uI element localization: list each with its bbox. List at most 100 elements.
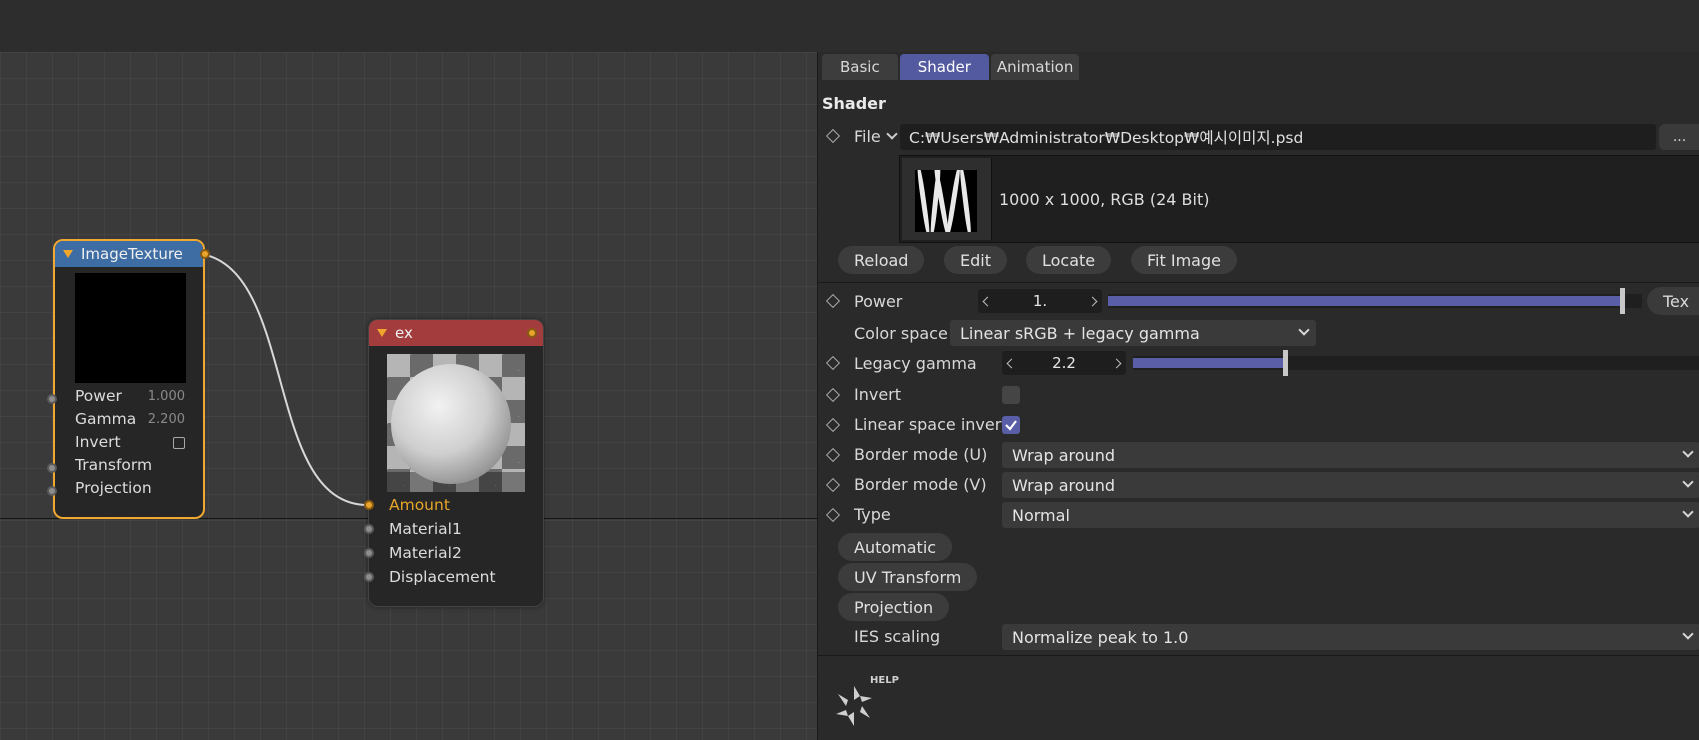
chevron-down-icon [1298, 324, 1310, 336]
chevron-down-icon [1682, 506, 1694, 518]
color-space-label: Color space [854, 324, 948, 343]
node-power-value[interactable]: 1.000 [148, 389, 185, 404]
uv-transform-button[interactable]: UV Transform [838, 563, 978, 591]
power-slider[interactable] [1108, 288, 1642, 314]
tab-bar: Basic Shader Animation [822, 54, 1080, 80]
keyframe-diamond-icon[interactable] [825, 417, 841, 433]
node-row-transform: Transform [75, 456, 153, 474]
ex-node-title: ex [395, 324, 413, 342]
chevron-right-icon[interactable] [1087, 296, 1098, 306]
locate-button[interactable]: Locate [1026, 246, 1112, 274]
power-stepper[interactable]: 1. [978, 289, 1102, 313]
tex-button[interactable]: Tex [1647, 287, 1699, 315]
chevron-right-icon[interactable] [1111, 358, 1122, 368]
node-row-material2: Material2 [389, 544, 462, 562]
keyframe-diamond-icon[interactable] [825, 355, 841, 371]
collapse-triangle-icon[interactable] [377, 329, 387, 337]
invert-checkbox[interactable] [1002, 386, 1020, 404]
reload-button[interactable]: Reload [838, 246, 925, 274]
chevron-left-icon[interactable] [1006, 358, 1017, 368]
chevron-down-icon [1682, 628, 1694, 640]
preview-sphere [391, 364, 511, 484]
border-mode-v-select[interactable]: Wrap around [1002, 472, 1699, 498]
fit-image-button[interactable]: Fit Image [1131, 246, 1237, 274]
help-button[interactable]: HELP [830, 672, 900, 732]
projection-input-port[interactable] [47, 486, 57, 496]
help-label: HELP [870, 675, 899, 686]
node-row-power: Power [75, 387, 122, 405]
border-mode-u-select[interactable]: Wrap around [1002, 442, 1699, 468]
attribute-panel: Basic Shader Animation Shader File C:₩Us… [817, 52, 1699, 740]
ex-output-port[interactable] [527, 328, 537, 338]
border-mode-u-label: Border mode (U) [854, 445, 988, 464]
legacy-gamma-slider[interactable] [1133, 350, 1699, 376]
linear-space-invert-checkbox[interactable] [1002, 416, 1020, 434]
node-invert-checkbox[interactable] [173, 437, 185, 449]
browse-button[interactable]: ... [1659, 124, 1699, 150]
section-title: Shader [822, 94, 886, 113]
power-label: Power [854, 292, 903, 311]
chevron-left-icon[interactable] [982, 296, 993, 306]
file-path-input[interactable]: C:₩Users₩Administrator₩Desktop₩예시이미지.psd [900, 124, 1656, 150]
node-row-amount: Amount [389, 496, 450, 514]
node-row-projection: Projection [75, 479, 152, 497]
linear-space-invert-label: Linear space invert [854, 415, 1008, 434]
node-gamma-value[interactable]: 2.200 [148, 412, 185, 427]
material2-input-port[interactable] [364, 548, 374, 558]
node-row-displacement: Displacement [389, 568, 496, 586]
automatic-button[interactable]: Automatic [838, 533, 953, 561]
type-label: Type [854, 505, 891, 524]
material1-input-port[interactable] [364, 524, 374, 534]
tab-shader[interactable]: Shader [899, 54, 989, 80]
invert-label: Invert [854, 385, 902, 404]
keyframe-diamond-icon[interactable] [825, 477, 841, 493]
amount-input-port[interactable] [364, 500, 374, 510]
image-texture-node-header[interactable]: ImageTexture [55, 241, 203, 267]
keyframe-diamond-icon[interactable] [825, 447, 841, 463]
image-preview-box: 1000 x 1000, RGB (24 Bit) [899, 155, 1699, 243]
keyframe-diamond-icon[interactable] [825, 293, 841, 309]
keyframe-diamond-icon[interactable] [825, 507, 841, 523]
border-mode-v-label: Border mode (V) [854, 475, 987, 494]
tab-animation[interactable]: Animation [990, 54, 1080, 80]
keyframe-diamond-icon[interactable] [825, 387, 841, 403]
image-texture-node[interactable]: ImageTexture Power 1.000 Gamma 2.200 Inv… [47, 239, 210, 519]
power-slider-handle[interactable] [1620, 288, 1625, 314]
legacy-gamma-slider-handle[interactable] [1283, 350, 1288, 376]
type-select[interactable]: Normal [1002, 502, 1699, 528]
ex-material-node[interactable]: ex Amount Material1 Material2 Displaceme… [364, 319, 544, 607]
ex-node-header[interactable]: ex [369, 320, 543, 346]
image-texture-preview [75, 273, 186, 383]
keyframe-diamond-icon[interactable] [825, 128, 841, 144]
tab-basic[interactable]: Basic [822, 54, 898, 80]
node-editor[interactable]: ImageTexture Power 1.000 Gamma 2.200 Inv… [0, 52, 817, 740]
material-preview [387, 354, 525, 492]
image-thumbnail[interactable] [902, 158, 992, 240]
color-space-select[interactable]: Linear sRGB + legacy gamma [950, 320, 1316, 346]
image-info: 1000 x 1000, RGB (24 Bit) [999, 190, 1210, 209]
wire-imagetexture-to-amount [189, 252, 369, 506]
chevron-down-icon[interactable] [886, 128, 898, 140]
edit-button[interactable]: Edit [944, 246, 1007, 274]
chevron-down-icon [1682, 446, 1694, 458]
legacy-gamma-value[interactable]: 2.2 [1052, 354, 1076, 372]
legacy-gamma-label: Legacy gamma [854, 354, 977, 373]
image-texture-node-title: ImageTexture [81, 245, 183, 263]
ies-scaling-select[interactable]: Normalize peak to 1.0 [1002, 624, 1699, 650]
checkmark-icon [1005, 420, 1017, 431]
legacy-gamma-stepper[interactable]: 2.2 [1002, 351, 1126, 375]
projection-button[interactable]: Projection [838, 593, 950, 621]
displacement-input-port[interactable] [364, 572, 374, 582]
octane-logo-icon [836, 686, 872, 726]
ies-scaling-label: IES scaling [854, 627, 941, 646]
collapse-triangle-icon[interactable] [63, 250, 73, 258]
transform-input-port[interactable] [47, 463, 57, 473]
power-value[interactable]: 1. [1033, 292, 1047, 310]
node-row-gamma: Gamma [75, 410, 137, 428]
image-texture-output-port[interactable] [200, 249, 210, 259]
chevron-down-icon [1682, 476, 1694, 488]
file-label: File [854, 127, 881, 146]
node-row-material1: Material1 [389, 520, 462, 538]
top-toolbar [0, 0, 1699, 52]
power-input-port[interactable] [47, 394, 57, 404]
